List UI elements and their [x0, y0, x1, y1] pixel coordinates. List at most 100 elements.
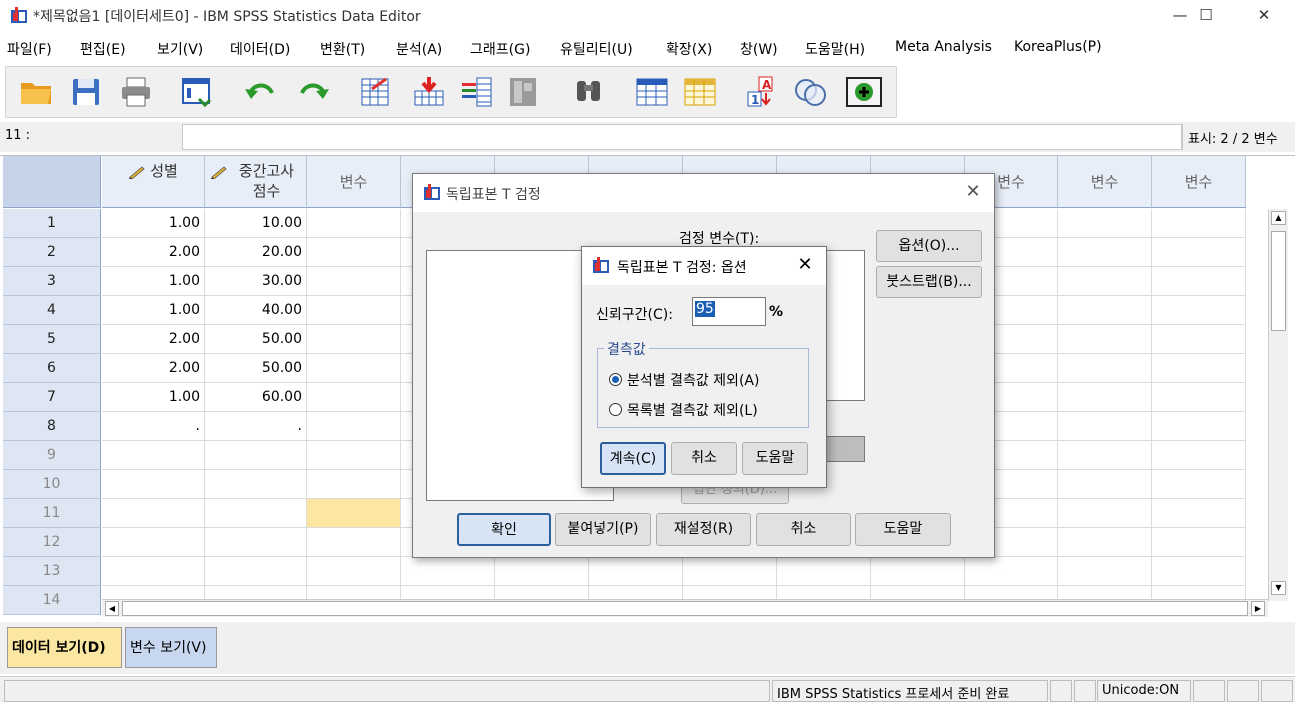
cell-empty[interactable]	[1152, 209, 1246, 238]
cell-empty[interactable]	[1152, 354, 1246, 383]
continue-button[interactable]: 계속(C)	[600, 442, 666, 475]
variables-icon[interactable]	[459, 75, 495, 109]
radio-exclude-analysis[interactable]	[609, 373, 622, 386]
tab-data-view[interactable]: 데이터 보기(D)	[7, 627, 122, 668]
row-header[interactable]: 2	[3, 238, 101, 267]
cell-empty[interactable]	[777, 557, 871, 586]
cell-empty[interactable]	[307, 412, 401, 441]
row-header[interactable]: 7	[3, 383, 101, 412]
radio-exclude-listwise-label[interactable]: 목록별 결측값 제외(L)	[627, 400, 758, 420]
cell-empty[interactable]	[1152, 441, 1246, 470]
cell-empty[interactable]	[1058, 412, 1152, 441]
row-header[interactable]: 10	[3, 470, 101, 499]
confidence-interval-input[interactable]: 95	[692, 297, 766, 326]
save-icon[interactable]	[68, 75, 104, 109]
cell-gender[interactable]	[102, 528, 205, 557]
dialog-recall-icon[interactable]	[179, 75, 215, 109]
help-button[interactable]: 도움말	[855, 513, 951, 546]
open-icon[interactable]	[18, 75, 54, 109]
menu-meta-analysis[interactable]: Meta Analysis	[895, 39, 992, 55]
cell-empty[interactable]	[1058, 499, 1152, 528]
run-descriptives-icon[interactable]	[506, 75, 542, 109]
cell-empty[interactable]	[307, 441, 401, 470]
column-header-empty-variable[interactable]: 변수	[1058, 156, 1152, 208]
column-header-score[interactable]: 중간고사 점수	[205, 156, 307, 208]
column-header-gender[interactable]: 성별	[102, 156, 205, 208]
vertical-scrollbar[interactable]: ▲ ▼	[1268, 209, 1288, 601]
cell-empty[interactable]	[307, 238, 401, 267]
cell-empty[interactable]	[307, 470, 401, 499]
cell-empty[interactable]	[1152, 267, 1246, 296]
reset-button[interactable]: 재설정(R)	[656, 513, 751, 546]
cell-gender[interactable]: .	[102, 412, 205, 441]
goto-variable-icon[interactable]	[411, 75, 447, 109]
cell-gender[interactable]: 1.00	[102, 296, 205, 325]
cell-empty[interactable]	[1152, 238, 1246, 267]
menu-window[interactable]: 창(W)	[740, 39, 778, 59]
cell-empty[interactable]	[1058, 557, 1152, 586]
cell-empty[interactable]	[307, 267, 401, 296]
cell-empty[interactable]	[1152, 499, 1246, 528]
use-sets-icon[interactable]	[792, 75, 828, 109]
cell-score[interactable]: 20.00	[205, 238, 307, 267]
row-header[interactable]: 6	[3, 354, 101, 383]
cell-empty[interactable]	[1152, 325, 1246, 354]
cell-gender[interactable]: 1.00	[102, 383, 205, 412]
cell-empty[interactable]	[1152, 470, 1246, 499]
cell-empty[interactable]	[1152, 383, 1246, 412]
value-labels-icon[interactable]: A1	[744, 75, 780, 109]
row-header[interactable]: 3	[3, 267, 101, 296]
cell-gender[interactable]	[102, 470, 205, 499]
menu-koreaplus[interactable]: KoreaPlus(P)	[1014, 39, 1102, 55]
horizontal-scroll-thumb[interactable]	[122, 601, 1248, 616]
row-header[interactable]: 12	[3, 528, 101, 557]
paste-button[interactable]: 붙여넣기(P)	[555, 513, 651, 546]
tab-variable-view[interactable]: 변수 보기(V)	[125, 627, 217, 668]
cell-gender[interactable]: 2.00	[102, 238, 205, 267]
cell-score[interactable]: 50.00	[205, 354, 307, 383]
cell-gender[interactable]: 2.00	[102, 325, 205, 354]
menu-view[interactable]: 보기(V)	[157, 39, 203, 59]
cell-empty[interactable]	[1058, 238, 1152, 267]
menu-transform[interactable]: 변환(T)	[320, 39, 365, 59]
cell-empty[interactable]	[1152, 412, 1246, 441]
cell-score[interactable]: 50.00	[205, 325, 307, 354]
cell-empty[interactable]	[307, 557, 401, 586]
cell-score[interactable]: 60.00	[205, 383, 307, 412]
insert-variable-icon[interactable]	[682, 75, 718, 109]
scroll-left-arrow-icon[interactable]: ◀	[105, 601, 119, 616]
cell-score[interactable]: 30.00	[205, 267, 307, 296]
cell-score[interactable]	[205, 499, 307, 528]
menu-edit[interactable]: 편집(E)	[80, 39, 126, 59]
scroll-up-arrow-icon[interactable]: ▲	[1271, 211, 1286, 225]
menu-help[interactable]: 도움말(H)	[805, 39, 865, 59]
cell-empty[interactable]	[1152, 557, 1246, 586]
cell-empty[interactable]	[307, 209, 401, 238]
cell-empty[interactable]	[1058, 470, 1152, 499]
menu-extensions[interactable]: 확장(X)	[666, 39, 712, 59]
cell-empty[interactable]	[307, 354, 401, 383]
cell-empty[interactable]	[307, 528, 401, 557]
options-cancel-button[interactable]: 취소	[671, 442, 737, 475]
horizontal-scrollbar[interactable]: ◀ ▶	[102, 599, 1268, 617]
cell-score[interactable]	[205, 557, 307, 586]
cell-empty[interactable]	[495, 557, 589, 586]
cell-empty[interactable]	[1058, 296, 1152, 325]
row-header[interactable]: 13	[3, 557, 101, 586]
scroll-down-arrow-icon[interactable]: ▼	[1271, 581, 1286, 595]
menu-analyze[interactable]: 분석(A)	[396, 39, 442, 59]
cell-empty[interactable]	[1058, 383, 1152, 412]
cell-empty[interactable]	[1058, 354, 1152, 383]
column-header-empty-variable[interactable]: 변수	[1152, 156, 1246, 208]
cell-empty[interactable]	[1058, 528, 1152, 557]
cell-gender[interactable]	[102, 499, 205, 528]
options-button[interactable]: 옵션(O)...	[876, 230, 982, 262]
vertical-scroll-thumb[interactable]	[1271, 231, 1286, 331]
cell-gender[interactable]	[102, 441, 205, 470]
cell-empty[interactable]	[589, 557, 683, 586]
row-header[interactable]: 14	[3, 586, 101, 615]
menu-data[interactable]: 데이터(D)	[230, 39, 290, 59]
row-header[interactable]: 1	[3, 209, 101, 238]
cell-empty[interactable]	[871, 557, 965, 586]
cell-score[interactable]	[205, 441, 307, 470]
